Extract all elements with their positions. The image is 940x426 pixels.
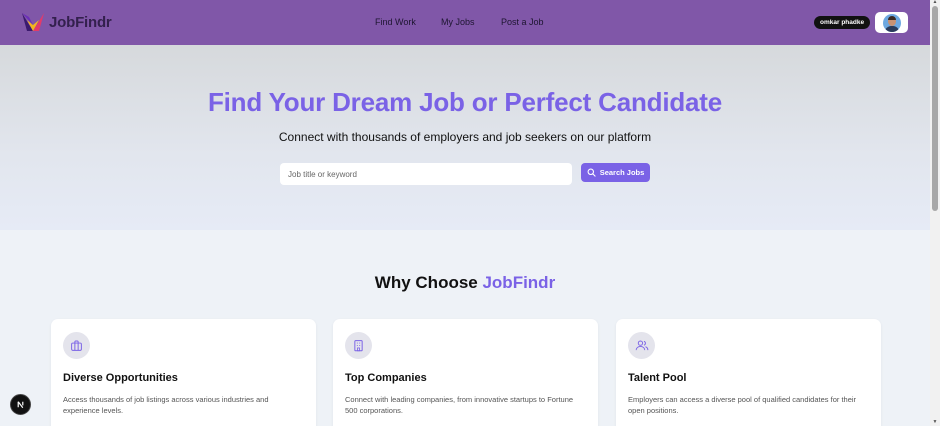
- feature-card-title: Talent Pool: [628, 372, 687, 384]
- nextjs-dev-badge[interactable]: [10, 394, 31, 415]
- user-avatar-button[interactable]: [875, 12, 908, 33]
- hero-section: Find Your Dream Job or Perfect Candidate…: [0, 45, 930, 230]
- feature-card-description: Employers can access a diverse pool of q…: [628, 395, 857, 415]
- building-icon: [345, 332, 372, 359]
- users-icon: [628, 332, 655, 359]
- main-navigation: Find Work My Jobs Post a Job: [0, 0, 930, 45]
- feature-card-title: Top Companies: [345, 372, 427, 384]
- feature-card-title: Diverse Opportunities: [63, 372, 178, 384]
- features-title-prefix: Why Choose: [374, 273, 483, 292]
- features-title: Why Choose JobFindr: [0, 273, 930, 293]
- page-scrollbar[interactable]: ▲ ▼: [930, 0, 940, 426]
- nextjs-logo-icon: [17, 401, 24, 409]
- feature-card-diverse-opportunities: Diverse Opportunities Access thousands o…: [51, 319, 316, 426]
- top-navbar: JobFindr Find Work My Jobs Post a Job om…: [0, 0, 930, 45]
- user-name-badge[interactable]: omkar phadke: [814, 16, 871, 29]
- scroll-down-arrow-icon[interactable]: ▼: [932, 420, 938, 425]
- feature-card-description: Access thousands of job listings across …: [63, 395, 269, 415]
- briefcase-icon: [63, 332, 90, 359]
- avatar: [882, 13, 901, 32]
- search-jobs-label: Search Jobs: [599, 168, 645, 177]
- feature-card-description: Connect with leading companies, from inn…: [345, 395, 574, 415]
- feature-card-talent-pool: Talent Pool Employers can access a diver…: [616, 319, 881, 426]
- scroll-up-arrow-icon[interactable]: ▲: [932, 0, 938, 5]
- nav-find-work[interactable]: Find Work: [375, 17, 416, 27]
- hero-subtitle: Connect with thousands of employers and …: [278, 130, 652, 144]
- nav-post-a-job[interactable]: Post a Job: [501, 17, 544, 27]
- features-title-accent: JobFindr: [482, 273, 556, 292]
- job-search-input[interactable]: [280, 163, 572, 185]
- nav-my-jobs[interactable]: My Jobs: [441, 17, 475, 27]
- search-jobs-button[interactable]: Search Jobs: [581, 163, 650, 182]
- feature-card-top-companies: Top Companies Connect with leading compa…: [333, 319, 598, 426]
- scrollbar-thumb[interactable]: [932, 6, 938, 211]
- search-icon: [587, 168, 596, 177]
- hero-title: Find Your Dream Job or Perfect Candidate: [207, 87, 723, 117]
